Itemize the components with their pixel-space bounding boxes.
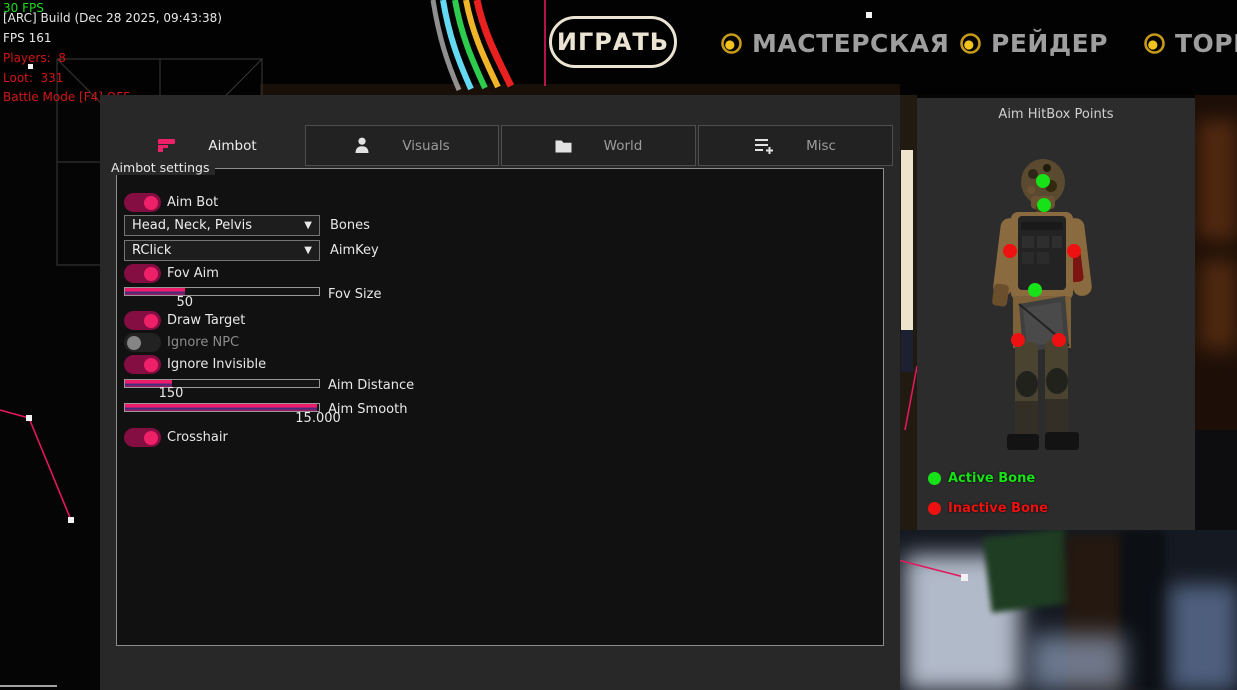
tab-visuals[interactable]: Visuals <box>305 125 499 166</box>
menu-item-workshop[interactable]: МАСТЕРСКАЯ <box>720 29 949 58</box>
players-label: Players: 8 <box>3 51 66 65</box>
bones-label: Bones <box>330 218 370 233</box>
hitbox-point-right-shoulder <box>1067 244 1081 258</box>
cheat-menu-panel: Aimbot Visuals World Misc <box>100 95 900 690</box>
fps-label: FPS 161 <box>3 31 51 45</box>
aimkey-label: AimKey <box>330 243 379 258</box>
toggle-knob <box>144 314 158 328</box>
loot-label: Loot: 331 <box>3 71 63 85</box>
aim-bot-toggle[interactable] <box>124 193 161 212</box>
build-label: [ARC] Build (Dec 28 2025, 09:43:38) <box>3 11 222 25</box>
fov-size-label: Fov Size <box>328 287 381 302</box>
toggle-knob <box>144 196 158 210</box>
hitbox-point-neck <box>1037 198 1051 212</box>
aim-smooth-label: Aim Smooth <box>328 402 407 417</box>
ignore-npc-label: Ignore NPC <box>167 335 239 350</box>
tab-misc[interactable]: Misc <box>698 125 893 166</box>
aimkey-dropdown[interactable]: RClick ▼ <box>124 240 320 261</box>
play-button-label: ИГРАТЬ <box>557 28 669 56</box>
fov-aim-toggle[interactable] <box>124 264 161 283</box>
chevron-down-icon: ▼ <box>304 220 312 231</box>
inactive-bone-dot <box>928 502 941 515</box>
screen: 30 FPS [ARC] Build (Dec 28 2025, 09:43:3… <box>0 0 1237 690</box>
crosshair-toggle[interactable] <box>124 428 161 447</box>
toggle-knob <box>144 431 158 445</box>
bones-dropdown-value: Head, Neck, Pelvis <box>132 218 252 233</box>
tab-label: World <box>604 138 643 154</box>
hitbox-point-left-thigh <box>1011 333 1025 347</box>
toggle-knob <box>127 336 141 350</box>
hitbox-point-right-thigh <box>1052 333 1066 347</box>
chevron-down-icon: ▼ <box>304 245 312 256</box>
folder-icon <box>555 139 572 153</box>
fov-aim-label: Fov Aim <box>167 266 219 281</box>
toggle-knob <box>144 358 158 372</box>
hitbox-points <box>917 98 1195 530</box>
menu-item-label: РЕЙДЕР <box>991 29 1108 58</box>
bones-dropdown[interactable]: Head, Neck, Pelvis ▼ <box>124 215 320 236</box>
hitbox-point-head <box>1036 174 1050 188</box>
legend-inactive-bone: Inactive Bone <box>928 501 1048 516</box>
coin-icon <box>959 32 982 55</box>
menu-item-label: МАСТЕРСКАЯ <box>752 29 949 58</box>
legend-active-bone: Active Bone <box>928 471 1035 486</box>
playlist-add-icon <box>755 138 774 154</box>
aim-distance-slider[interactable] <box>124 379 320 388</box>
group-title: Aimbot settings <box>106 160 215 175</box>
aim-smooth-slider[interactable] <box>124 403 320 412</box>
hitbox-point-pelvis <box>1028 283 1042 297</box>
legend-label: Inactive Bone <box>948 501 1048 516</box>
slider-fill <box>125 288 185 295</box>
aim-distance-label: Aim Distance <box>328 378 414 393</box>
active-bone-dot <box>928 472 941 485</box>
coin-icon <box>720 32 743 55</box>
ignore-npc-toggle[interactable] <box>124 333 161 352</box>
pistol-icon <box>158 139 176 153</box>
aim-bot-label: Aim Bot <box>167 195 218 210</box>
ignore-invisible-label: Ignore Invisible <box>167 357 266 372</box>
hitbox-panel: Aim HitBox Points <box>917 98 1195 530</box>
tab-label: Aimbot <box>208 138 256 154</box>
coin-icon <box>1143 32 1166 55</box>
play-button[interactable]: ИГРАТЬ <box>549 16 677 68</box>
aim-distance-value: 150 <box>159 386 184 401</box>
hitbox-point-left-shoulder <box>1003 244 1017 258</box>
legend-label: Active Bone <box>948 471 1035 486</box>
menu-item-raider[interactable]: РЕЙДЕР <box>959 29 1108 58</box>
person-icon <box>354 137 370 154</box>
aimkey-dropdown-value: RClick <box>132 243 171 258</box>
fov-size-slider[interactable] <box>124 287 320 296</box>
tab-label: Misc <box>806 138 836 154</box>
draw-target-label: Draw Target <box>167 313 245 328</box>
tab-world[interactable]: World <box>501 125 696 166</box>
menu-item-trader[interactable]: ТОРГО <box>1143 29 1237 58</box>
draw-target-toggle[interactable] <box>124 311 161 330</box>
slider-fill <box>125 404 317 411</box>
crosshair-label: Crosshair <box>167 430 228 445</box>
ignore-invisible-toggle[interactable] <box>124 355 161 374</box>
fov-size-value: 50 <box>176 295 193 310</box>
toggle-knob <box>144 267 158 281</box>
menu-item-label: ТОРГО <box>1175 29 1237 58</box>
tab-label: Visuals <box>402 138 449 154</box>
